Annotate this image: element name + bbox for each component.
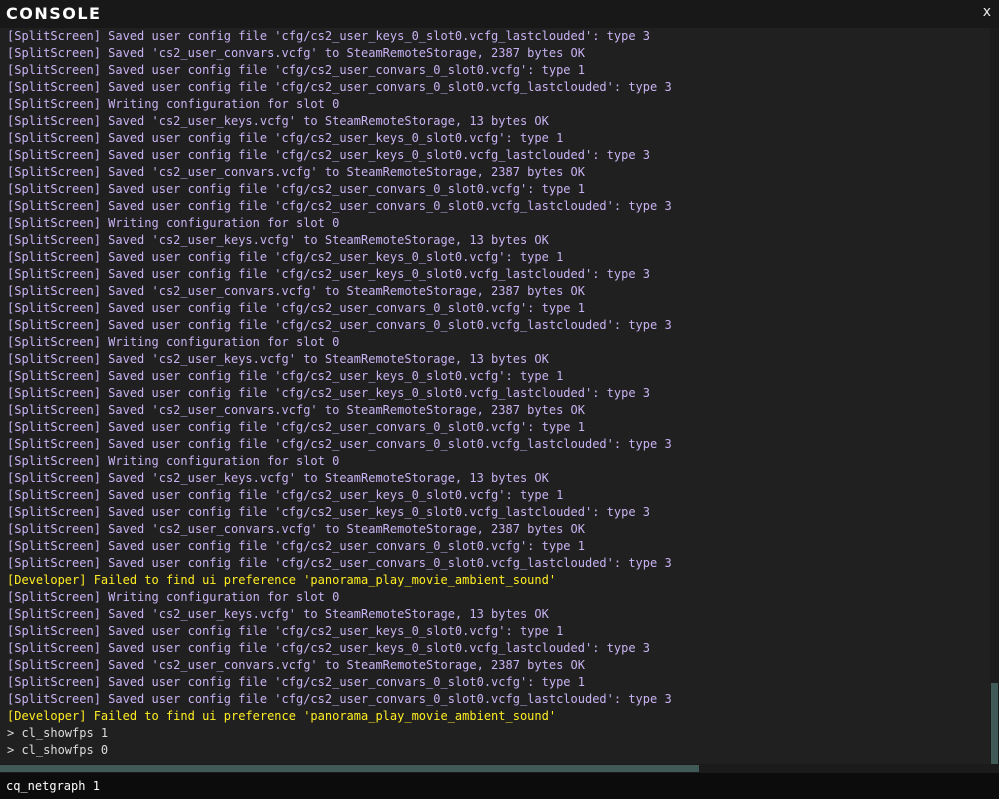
log-line-split: [SplitScreen] Saved 'cs2_user_convars.vc… (7, 165, 585, 179)
log-line-split: [SplitScreen] Saved 'cs2_user_convars.vc… (7, 522, 585, 536)
console-input-row (0, 773, 999, 799)
log-line-split: [SplitScreen] Saved user config file 'cf… (7, 675, 585, 689)
vertical-scrollbar-thumb[interactable] (991, 683, 998, 764)
log-line-split: [SplitScreen] Saved 'cs2_user_keys.vcfg'… (7, 233, 549, 247)
log-line-split: [SplitScreen] Writing configuration for … (7, 216, 340, 230)
log-line-split: [SplitScreen] Saved 'cs2_user_convars.vc… (7, 284, 585, 298)
log-line-split: [SplitScreen] Saved user config file 'cf… (7, 539, 585, 553)
log-line-split: [SplitScreen] Saved user config file 'cf… (7, 63, 585, 77)
log-line-split: [SplitScreen] Writing configuration for … (7, 590, 340, 604)
log-line-split: [SplitScreen] Saved user config file 'cf… (7, 182, 585, 196)
log-line-split: [SplitScreen] Saved user config file 'cf… (7, 624, 564, 638)
console-titlebar: CONSOLE x (0, 0, 999, 28)
log-line-split: [SplitScreen] Saved user config file 'cf… (7, 437, 672, 451)
log-line-split: [SplitScreen] Saved user config file 'cf… (7, 267, 650, 281)
log-line-split: [SplitScreen] Saved user config file 'cf… (7, 505, 650, 519)
log-line-split: [SplitScreen] Saved user config file 'cf… (7, 369, 564, 383)
log-line-split: [SplitScreen] Saved user config file 'cf… (7, 148, 650, 162)
log-line-echo: > cl_showfps 1 (7, 726, 109, 740)
log-line-split: [SplitScreen] Saved user config file 'cf… (7, 80, 672, 94)
console-command-input[interactable] (0, 773, 999, 799)
log-line-split: [SplitScreen] Saved user config file 'cf… (7, 29, 650, 43)
log-line-split: [SplitScreen] Saved user config file 'cf… (7, 318, 672, 332)
horizontal-scrollbar-thumb[interactable] (0, 765, 699, 772)
log-line-split: [SplitScreen] Saved 'cs2_user_convars.vc… (7, 46, 585, 60)
log-line-split: [SplitScreen] Saved 'cs2_user_convars.vc… (7, 403, 585, 417)
log-line-split: [SplitScreen] Writing configuration for … (7, 454, 340, 468)
log-line-split: [SplitScreen] Saved user config file 'cf… (7, 488, 564, 502)
log-line-split: [SplitScreen] Writing configuration for … (7, 97, 340, 111)
log-line-split: [SplitScreen] Saved 'cs2_user_keys.vcfg'… (7, 471, 549, 485)
log-line-split: [SplitScreen] Saved user config file 'cf… (7, 250, 564, 264)
console-title: CONSOLE (6, 4, 102, 23)
log-line-split: [SplitScreen] Saved 'cs2_user_convars.vc… (7, 658, 585, 672)
close-icon[interactable]: x (983, 4, 991, 20)
log-line-split: [SplitScreen] Saved 'cs2_user_keys.vcfg'… (7, 607, 549, 621)
log-line-split: [SplitScreen] Saved user config file 'cf… (7, 386, 650, 400)
log-line-split: [SplitScreen] Saved user config file 'cf… (7, 692, 672, 706)
log-line-split: [SplitScreen] Saved user config file 'cf… (7, 199, 672, 213)
log-line-split: [SplitScreen] Saved 'cs2_user_keys.vcfg'… (7, 114, 549, 128)
log-line-split: [SplitScreen] Saved 'cs2_user_keys.vcfg'… (7, 352, 549, 366)
log-line-split: [SplitScreen] Saved user config file 'cf… (7, 556, 672, 570)
log-line-split: [SplitScreen] Saved user config file 'cf… (7, 420, 585, 434)
log-line-echo: > cl_showfps 0 (7, 743, 109, 757)
log-line-developer: [Developer] Failed to find ui preference… (7, 709, 557, 723)
log-line-split: [SplitScreen] Saved user config file 'cf… (7, 131, 564, 145)
log-line-split: [SplitScreen] Saved user config file 'cf… (7, 301, 585, 315)
log-line-split: [SplitScreen] Saved user config file 'cf… (7, 641, 650, 655)
vertical-scrollbar[interactable] (990, 28, 999, 764)
log-line-split: [SplitScreen] Writing configuration for … (7, 335, 340, 349)
console-log: [SplitScreen] Saved user config file 'cf… (0, 28, 990, 764)
log-line-developer: [Developer] Failed to find ui preference… (7, 573, 557, 587)
